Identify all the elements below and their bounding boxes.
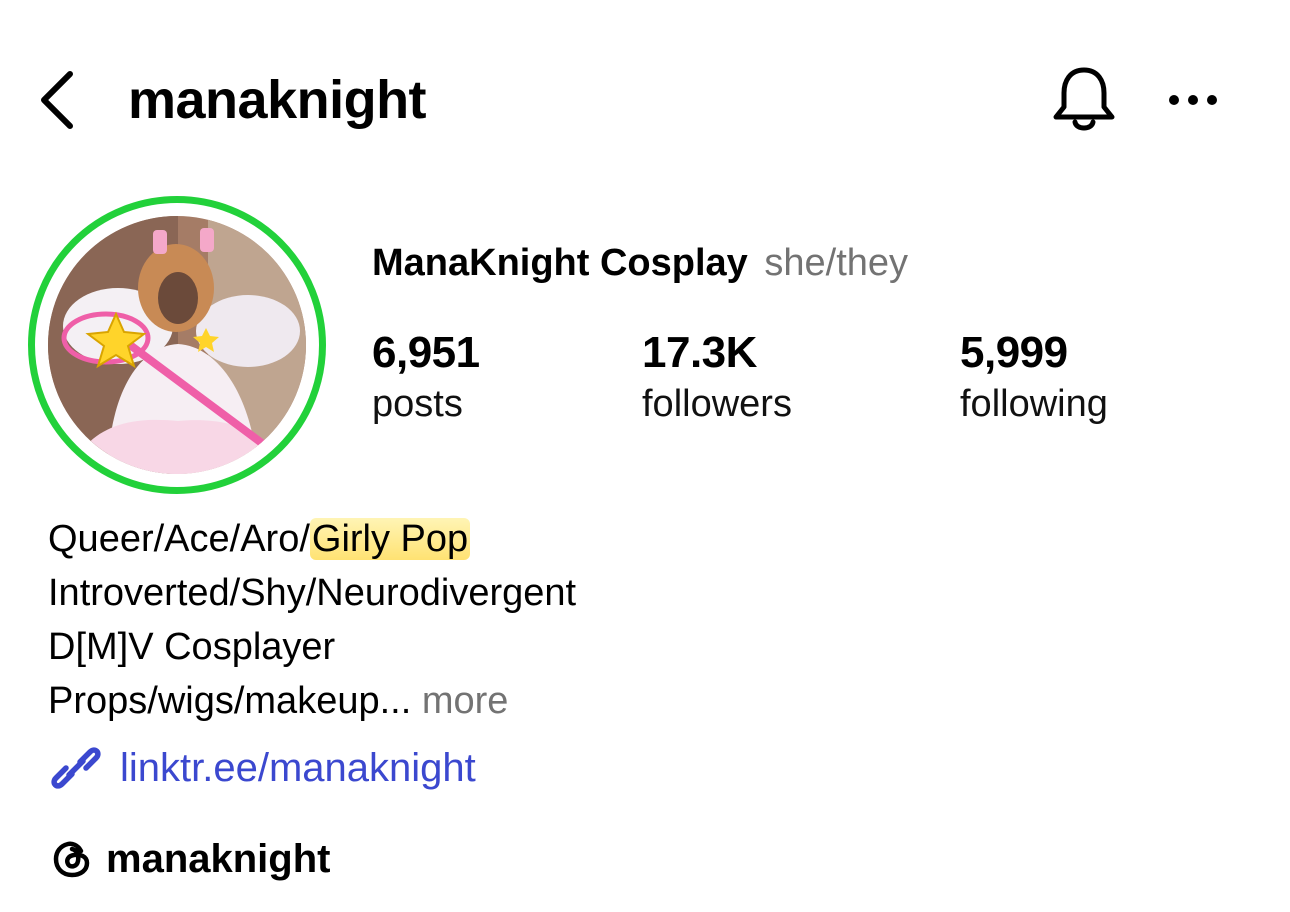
- bio-line-3: D[M]V Cosplayer: [48, 626, 336, 668]
- avatar-photo: [48, 216, 306, 474]
- link-icon: [51, 747, 101, 789]
- display-name: ManaKnight Cosplay: [372, 242, 748, 284]
- posts-stat[interactable]: 6,951 posts: [372, 326, 480, 428]
- threads-icon: [53, 841, 90, 878]
- external-link[interactable]: linktr.ee/manaknight: [48, 740, 476, 796]
- bio-line-1-text: Queer/Ace/Aro/: [48, 518, 310, 560]
- threads-handle: manaknight: [106, 836, 331, 881]
- more-horizontal-icon: [1169, 95, 1217, 105]
- posts-count: 6,951: [372, 328, 480, 377]
- profile-username-title: manaknight: [128, 70, 427, 130]
- bio-line-1: Queer/Ace/Aro/Girly Pop: [48, 512, 576, 566]
- chevron-left-icon: [41, 71, 73, 129]
- followers-label: followers: [642, 383, 792, 425]
- following-count: 5,999: [960, 328, 1068, 377]
- posts-label: posts: [372, 383, 463, 425]
- bio: Queer/Ace/Aro/Girly Pop Introverted/Shy/…: [48, 512, 576, 728]
- link-text: linktr.ee/manaknight: [120, 745, 476, 790]
- following-stat[interactable]: 5,999 following: [960, 326, 1108, 428]
- bio-line-4-text: Props/wigs/makeup...: [48, 680, 412, 722]
- more-options-button[interactable]: [1166, 86, 1220, 114]
- following-label: following: [960, 383, 1108, 425]
- followers-count: 17.3K: [642, 328, 757, 377]
- back-button[interactable]: [36, 68, 76, 132]
- profile-name-row: ManaKnight Cosplay she/they: [372, 238, 908, 288]
- pronouns: she/they: [764, 242, 909, 284]
- followers-stat[interactable]: 17.3K followers: [642, 326, 792, 428]
- bio-line-4: Props/wigs/makeup... more: [48, 674, 576, 728]
- bio-line-2: Introverted/Shy/Neurodivergent: [48, 572, 577, 614]
- bio-more-link[interactable]: more: [422, 680, 509, 722]
- threads-badge[interactable]: manaknight: [50, 832, 330, 886]
- bell-icon: [1053, 67, 1115, 131]
- bio-highlight: Girly Pop: [309, 518, 471, 560]
- notifications-button[interactable]: [1050, 64, 1118, 136]
- avatar[interactable]: [48, 216, 306, 474]
